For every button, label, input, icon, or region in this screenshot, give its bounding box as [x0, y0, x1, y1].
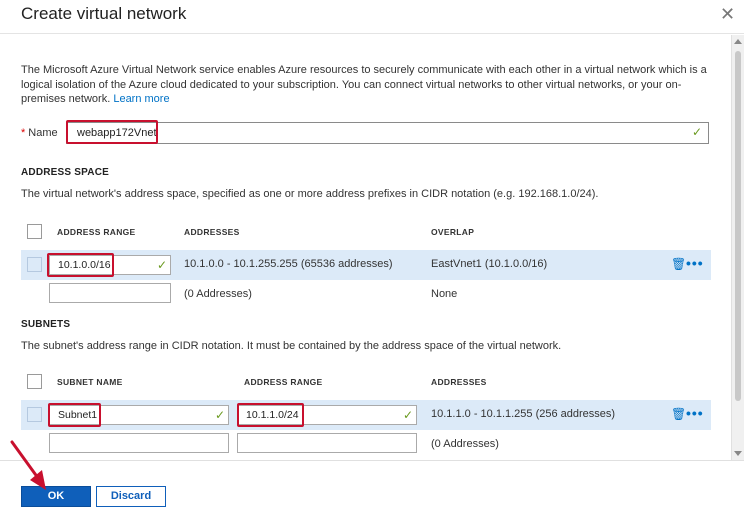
close-icon[interactable]: ✕	[720, 4, 735, 24]
delete-icon[interactable]: 🗑	[671, 257, 686, 271]
subnet-row[interactable]: Subnet1 ✓ 10.1.1.0/24 ✓ 10.1.1.0 - 10.1.…	[21, 400, 711, 430]
address-addresses-value: 10.1.0.0 - 10.1.255.255 (65536 addresses…	[184, 258, 393, 270]
address-table-header: ADDRESS RANGE ADDRESSES OVERLAP	[21, 218, 711, 248]
annotation-highlight-subnet-range	[237, 403, 304, 427]
subnet-name-valid-check-icon: ✓	[215, 408, 226, 422]
scroll-down-icon[interactable]	[734, 451, 742, 456]
subnet-addresses-value: 10.1.1.0 - 10.1.1.255 (256 addresses)	[431, 408, 616, 420]
address-row-checkbox[interactable]	[27, 257, 42, 272]
address-valid-check-icon: ✓	[157, 258, 168, 272]
address-overlap-value-empty: None	[431, 288, 458, 300]
intro-description: The Microsoft Azure Virtual Network serv…	[21, 63, 721, 107]
discard-button[interactable]: Discard	[96, 486, 166, 507]
scroll-thumb[interactable]	[735, 51, 741, 401]
address-row-empty: (0 Addresses) None	[21, 280, 711, 310]
vertical-scrollbar[interactable]	[731, 35, 744, 460]
address-row[interactable]: 10.1.0.0/16 ✓ 10.1.0.0 - 10.1.255.255 (6…	[21, 250, 711, 280]
dialog-title: Create virtual network	[21, 4, 187, 23]
required-marker: *	[21, 127, 26, 139]
subnet-range-valid-check-icon: ✓	[403, 408, 414, 422]
name-input[interactable]: webapp172Vnet	[66, 122, 709, 144]
dialog-header: Create virtual network ✕	[0, 0, 744, 34]
subnet-range-input-empty[interactable]	[237, 433, 417, 453]
address-overlap-value: EastVnet1 (10.1.0.0/16)	[431, 258, 548, 270]
subnet-more-options-icon[interactable]: •••	[686, 405, 704, 421]
annotation-highlight-address	[47, 253, 114, 277]
address-addresses-value-empty: (0 Addresses)	[184, 288, 252, 300]
annotation-highlight-subnet-name	[48, 403, 101, 427]
address-select-all-checkbox[interactable]	[27, 224, 42, 239]
address-range-input-empty[interactable]	[49, 283, 171, 303]
col-subnet-addresses: ADDRESSES	[431, 377, 487, 387]
dialog-content: The Microsoft Azure Virtual Network serv…	[0, 35, 731, 460]
subnet-delete-icon[interactable]: 🗑	[671, 407, 686, 421]
name-label: * Name	[21, 127, 58, 139]
address-space-title: ADDRESS SPACE	[21, 167, 109, 178]
subnets-title: SUBNETS	[21, 319, 71, 330]
col-addresses: ADDRESSES	[184, 227, 240, 237]
name-valid-check-icon: ✓	[692, 125, 703, 139]
col-address-range: ADDRESS RANGE	[57, 227, 136, 237]
subnet-addresses-value-empty: (0 Addresses)	[431, 438, 499, 450]
address-space-description: The virtual network's address space, spe…	[21, 188, 599, 200]
subnet-table-header: SUBNET NAME ADDRESS RANGE ADDRESSES	[21, 368, 711, 398]
more-options-icon[interactable]: •••	[686, 255, 704, 271]
subnet-row-empty: (0 Addresses)	[21, 430, 711, 460]
subnets-description: The subnet's address range in CIDR notat…	[21, 340, 562, 352]
col-overlap: OVERLAP	[431, 227, 475, 237]
dialog-footer: OK Discard	[0, 460, 744, 529]
scroll-up-icon[interactable]	[734, 39, 742, 44]
col-subnet-address-range: ADDRESS RANGE	[244, 377, 323, 387]
col-subnet-name: SUBNET NAME	[57, 377, 123, 387]
learn-more-link[interactable]: Learn more	[113, 93, 169, 105]
annotation-arrow-icon	[10, 440, 46, 490]
name-label-text: Name	[28, 127, 58, 139]
subnet-select-all-checkbox[interactable]	[27, 374, 42, 389]
annotation-highlight-name	[66, 120, 158, 144]
subnet-row-checkbox[interactable]	[27, 407, 42, 422]
